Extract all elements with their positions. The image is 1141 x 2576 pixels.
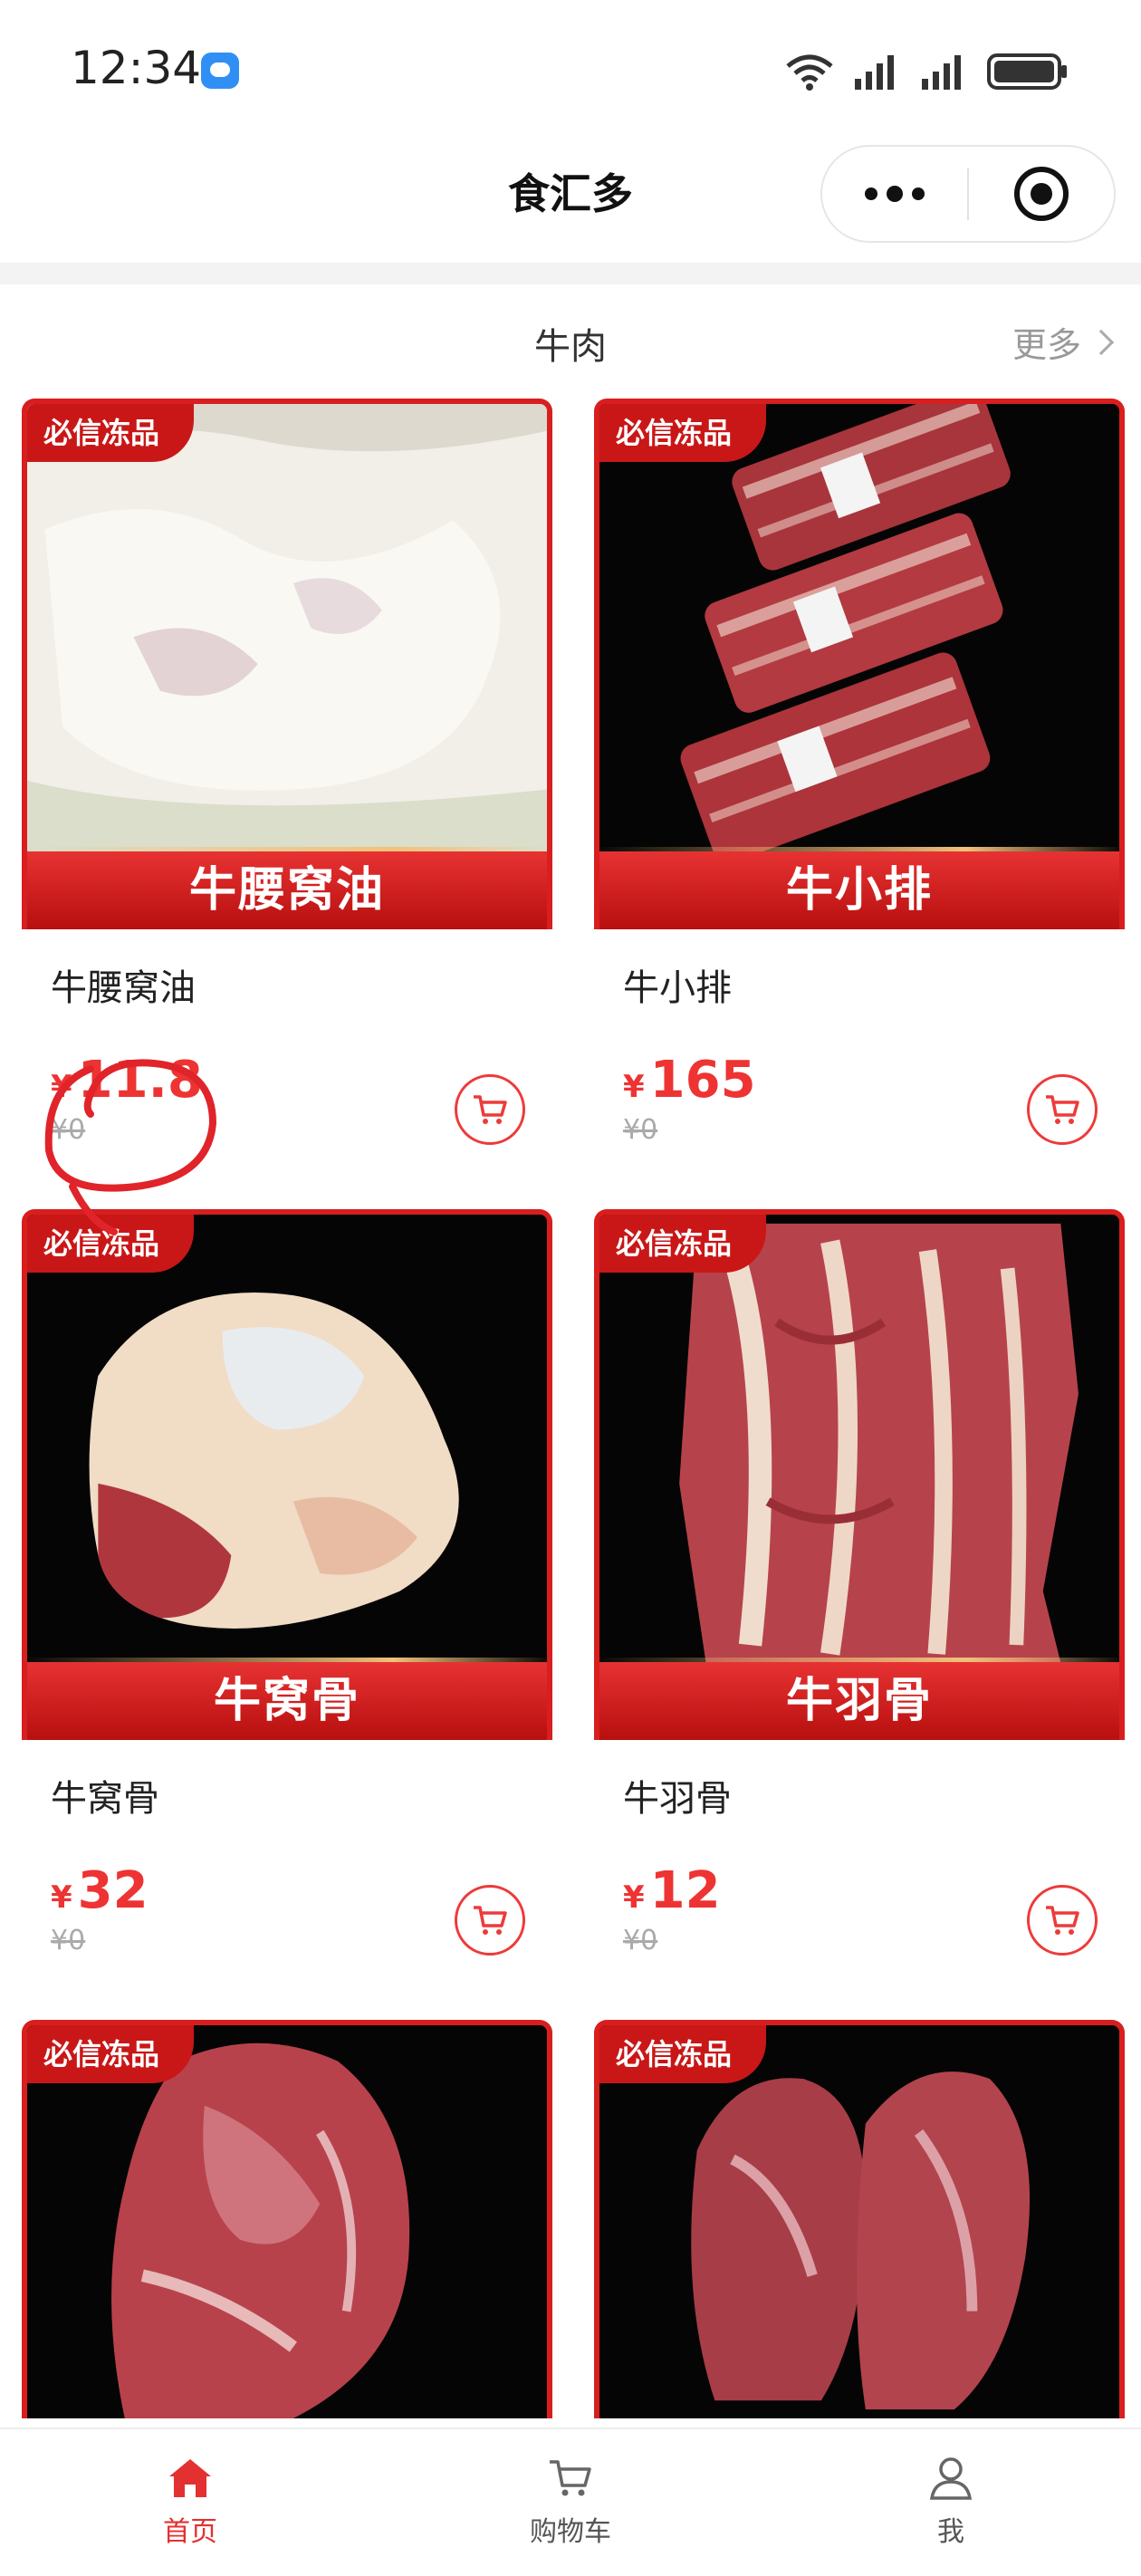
user-icon: [929, 2457, 973, 2500]
wifi-icon: [786, 54, 833, 91]
brand-tag: 必信冻品: [599, 404, 767, 462]
add-to-cart-button[interactable]: [455, 1074, 525, 1145]
product-image[interactable]: 必信冻品 牛羽骨: [594, 1209, 1125, 1740]
product-grid: 必信冻品 牛腰窝油 牛腰窝油 ¥ 11.8 ¥0 必信冻品 牛小排 牛小排 ¥ …: [22, 399, 1125, 2418]
message-app-icon: [201, 53, 239, 89]
status-time: 12:34: [71, 42, 202, 94]
chevron-right-icon: [1088, 329, 1115, 355]
product-image[interactable]: 必信冻品: [22, 2020, 552, 2418]
tab-label: 购物车: [530, 2516, 611, 2548]
divider-strip: [0, 263, 1141, 284]
brand-tag: 必信冻品: [599, 2025, 767, 2083]
miniprogram-capsule: [820, 145, 1116, 243]
original-price: ¥0: [623, 1114, 658, 1146]
tab-bar: 首页 购物车 我: [0, 2427, 1141, 2576]
more-link[interactable]: 更多: [1012, 317, 1115, 367]
product-image[interactable]: 必信冻品 牛小排: [594, 399, 1125, 929]
product-banner: 牛小排: [599, 847, 1119, 929]
cart-icon: [474, 1906, 507, 1935]
currency-symbol: ¥: [51, 1069, 72, 1105]
price-value: 11.8: [77, 1051, 203, 1110]
brand-tag: 必信冻品: [27, 1215, 195, 1273]
product-banner: 牛羽骨: [599, 1658, 1119, 1740]
price-value: 165: [649, 1051, 756, 1110]
brand-tag: 必信冻品: [27, 404, 195, 462]
currency-symbol: ¥: [623, 1069, 645, 1105]
product-name: 牛窝骨: [51, 1778, 159, 1820]
tab-me[interactable]: 我: [761, 2429, 1141, 2576]
price-value: 12: [649, 1861, 721, 1920]
product-name: 牛腰窝油: [51, 967, 196, 1009]
brand-tag: 必信冻品: [27, 2025, 195, 2083]
price-value: 32: [77, 1861, 149, 1920]
product-image[interactable]: 必信冻品 牛窝骨: [22, 1209, 552, 1740]
original-price: ¥0: [623, 1925, 658, 1956]
beef-shin-image: [599, 2025, 1119, 2418]
more-options-button[interactable]: [822, 147, 967, 241]
currency-symbol: ¥: [623, 1879, 645, 1916]
product-name: 牛羽骨: [623, 1778, 732, 1820]
brand-tag: 必信冻品: [599, 1215, 767, 1273]
original-price: ¥0: [51, 1114, 86, 1146]
signal-icon-2: [922, 55, 961, 90]
cart-icon: [1046, 1095, 1079, 1124]
status-icons: [784, 49, 1069, 94]
product-price: ¥ 12: [623, 1861, 721, 1920]
product-image[interactable]: 必信冻品: [594, 2020, 1125, 2418]
product-card[interactable]: 必信冻品 牛窝骨 牛窝骨 ¥ 32 ¥0: [22, 1209, 552, 2020]
add-to-cart-button[interactable]: [1027, 1885, 1098, 1956]
target-icon: [1014, 167, 1069, 221]
tab-home[interactable]: 首页: [0, 2429, 380, 2576]
product-card[interactable]: 必信冻品: [594, 2020, 1125, 2418]
product-image[interactable]: 必信冻品 牛腰窝油: [22, 399, 552, 929]
original-price: ¥0: [51, 1925, 86, 1956]
tab-label: 我: [937, 2516, 964, 2548]
add-to-cart-button[interactable]: [1027, 1074, 1098, 1145]
close-miniprogram-button[interactable]: [969, 167, 1114, 221]
add-to-cart-button[interactable]: [455, 1885, 525, 1956]
product-price: ¥ 165: [623, 1051, 756, 1110]
more-label: 更多: [1012, 325, 1081, 365]
product-price: ¥ 11.8: [51, 1051, 203, 1110]
section-title: 牛肉: [534, 326, 607, 368]
product-card[interactable]: 必信冻品 牛小排 牛小排 ¥ 165 ¥0: [594, 399, 1125, 1209]
beef-shank-image: [27, 2025, 547, 2418]
product-price: ¥ 32: [51, 1861, 149, 1920]
currency-symbol: ¥: [51, 1879, 72, 1916]
signal-icon: [855, 55, 894, 90]
home-icon: [169, 2459, 211, 2497]
product-card[interactable]: 必信冻品 牛腰窝油 牛腰窝油 ¥ 11.8 ¥0: [22, 399, 552, 1209]
product-banner: 牛窝骨: [27, 1658, 547, 1740]
tab-cart[interactable]: 购物车: [380, 2429, 761, 2576]
cart-icon: [474, 1095, 507, 1124]
cart-icon: [1046, 1906, 1079, 1935]
product-card[interactable]: 必信冻品 牛羽骨 牛羽骨 ¥ 12 ¥0: [594, 1209, 1125, 2020]
product-name: 牛小排: [623, 967, 732, 1009]
battery-icon: [987, 53, 1067, 90]
tab-label: 首页: [163, 2516, 217, 2548]
cart-icon: [550, 2460, 591, 2496]
product-card[interactable]: 必信冻品: [22, 2020, 552, 2418]
product-banner: 牛腰窝油: [27, 847, 547, 929]
status-bar: 12:34: [0, 0, 1141, 136]
